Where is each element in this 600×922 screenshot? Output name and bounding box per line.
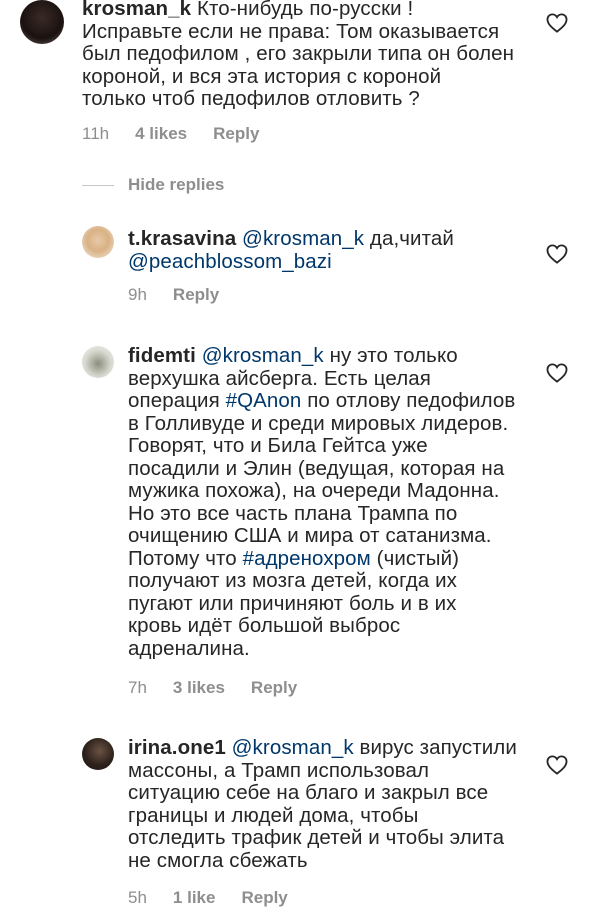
comment-line: Говорят, что и Била Гейтса уже bbox=[128, 434, 428, 457]
username[interactable]: krosman_k bbox=[82, 0, 191, 20]
comment-line: получают из мозга детей, когда их bbox=[128, 569, 457, 592]
avatar[interactable] bbox=[82, 346, 114, 378]
heart-icon[interactable] bbox=[546, 363, 568, 383]
comment-line: посадили и Элин (ведущая, которая на bbox=[128, 456, 505, 480]
divider bbox=[82, 184, 114, 186]
comment-meta: 9h Reply bbox=[128, 285, 245, 305]
comment-line: был педофилом , его закрыли типа он боле… bbox=[82, 42, 515, 65]
mention-link[interactable]: @peachblossom_bazi bbox=[128, 250, 332, 273]
comment-meta: 11h 4 likes Reply bbox=[82, 124, 285, 144]
comment-meta: 5h 1 like Reply bbox=[128, 888, 314, 908]
reply-button[interactable]: Reply bbox=[251, 678, 297, 698]
comment-line: очищению США и мира от сатанизма. bbox=[128, 524, 492, 547]
hashtag-link[interactable]: #адренохром bbox=[243, 547, 371, 570]
hide-replies-button[interactable]: Hide replies bbox=[82, 175, 224, 195]
heart-icon[interactable] bbox=[546, 244, 568, 264]
comment-line: верхушка айсберга. Есть целая bbox=[128, 366, 431, 390]
comment-line: только чтоб педофилов отловить ? bbox=[82, 87, 420, 110]
comment-meta: 7h 3 likes Reply bbox=[128, 678, 323, 698]
comment-line: (чистый) bbox=[370, 546, 460, 570]
mention-link[interactable]: @krosman_k bbox=[232, 736, 354, 759]
comment-text: fidemti @krosman_k ну это только верхушк… bbox=[128, 344, 548, 660]
comment-line: пугают или причиняют боль и в их bbox=[128, 591, 457, 615]
comment-line: границы и людей дома, чтобы bbox=[128, 803, 419, 827]
comment-line: Исправьте если не права: Том оказывается bbox=[82, 19, 500, 43]
likes-count[interactable]: 1 like bbox=[173, 888, 216, 908]
comment-line: ну это только bbox=[323, 344, 458, 367]
comment-line: отследить трафик детей и чтобы элита bbox=[128, 826, 505, 849]
hashtag-link[interactable]: #QAnon bbox=[226, 389, 302, 412]
comment-text: t.krasavina @krosman_k да,читай @peachbl… bbox=[128, 227, 548, 273]
avatar[interactable] bbox=[20, 0, 64, 44]
likes-count[interactable]: 4 likes bbox=[135, 124, 187, 144]
comment-line: Но это все часть плана Трампа по bbox=[128, 501, 458, 525]
avatar[interactable] bbox=[82, 738, 114, 770]
comment-line: вирус запустили bbox=[353, 736, 517, 759]
reply-button[interactable]: Reply bbox=[241, 888, 287, 908]
mention-link[interactable]: @krosman_k bbox=[202, 344, 324, 367]
comment-line: по отлову педофилов bbox=[301, 389, 516, 412]
comment-line: не смогла сбежать bbox=[128, 848, 308, 872]
username[interactable]: fidemti bbox=[128, 344, 196, 367]
comment-line: операция bbox=[128, 389, 226, 412]
comment-text: irina.one1 @krosman_k вирус запустили ма… bbox=[128, 736, 548, 872]
comment-line: короной, и вся эта история с короной bbox=[82, 64, 442, 88]
comment-line: да,читай bbox=[364, 227, 454, 250]
hide-replies-label: Hide replies bbox=[128, 175, 225, 194]
comment-text: krosman_k Кто-нибудь по-русски ! Исправь… bbox=[82, 0, 582, 111]
mention-link[interactable]: @krosman_k bbox=[242, 227, 364, 250]
timestamp: 11h bbox=[82, 124, 110, 143]
comment-line: ситуацию себе на благо и закрыл все bbox=[128, 781, 489, 804]
comment-line: массоны, а Трамп использовал bbox=[128, 758, 430, 782]
reply-button[interactable]: Reply bbox=[173, 285, 219, 305]
avatar[interactable] bbox=[82, 226, 114, 258]
reply-button[interactable]: Reply bbox=[213, 124, 259, 144]
comment-line: Потому что bbox=[128, 546, 243, 570]
timestamp: 5h bbox=[128, 888, 147, 907]
timestamp: 7h bbox=[128, 678, 147, 697]
comment-line: мужика похожа), на очереди Мадонна. bbox=[128, 479, 500, 502]
timestamp: 9h bbox=[128, 285, 147, 304]
comment-line: кровь идёт большой выброс bbox=[128, 614, 401, 637]
heart-icon[interactable] bbox=[546, 755, 568, 775]
likes-count[interactable]: 3 likes bbox=[173, 678, 225, 698]
comment-line: адреналина. bbox=[128, 636, 250, 660]
username[interactable]: t.krasavina bbox=[128, 227, 236, 250]
heart-icon[interactable] bbox=[546, 13, 568, 33]
username[interactable]: irina.one1 bbox=[128, 736, 226, 759]
comment-line: в Голливуде и среди мировых лидеров. bbox=[128, 411, 509, 435]
comment-line: Кто-нибудь по-русски ! bbox=[196, 0, 414, 20]
